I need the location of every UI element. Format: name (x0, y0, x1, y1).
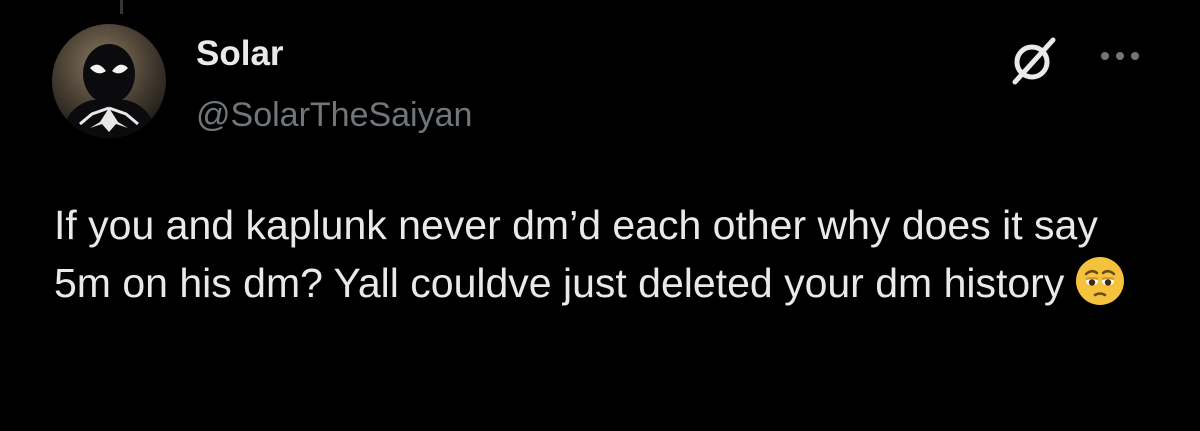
pleading-face-emoji (1074, 255, 1126, 307)
more-options-icon[interactable] (1098, 48, 1142, 64)
author-display-name[interactable]: Solar (196, 32, 284, 76)
avatar[interactable] (52, 24, 166, 138)
grok-icon[interactable] (1005, 36, 1059, 86)
tweet-body: If you and kaplunk never dm’d each other… (54, 196, 1164, 312)
spider-man-avatar-icon (60, 44, 158, 138)
tweet-text: If you and kaplunk never dm’d each other… (54, 202, 1110, 306)
author-handle[interactable]: @SolarTheSaiyan (196, 94, 472, 136)
thread-connector-line (120, 0, 123, 14)
